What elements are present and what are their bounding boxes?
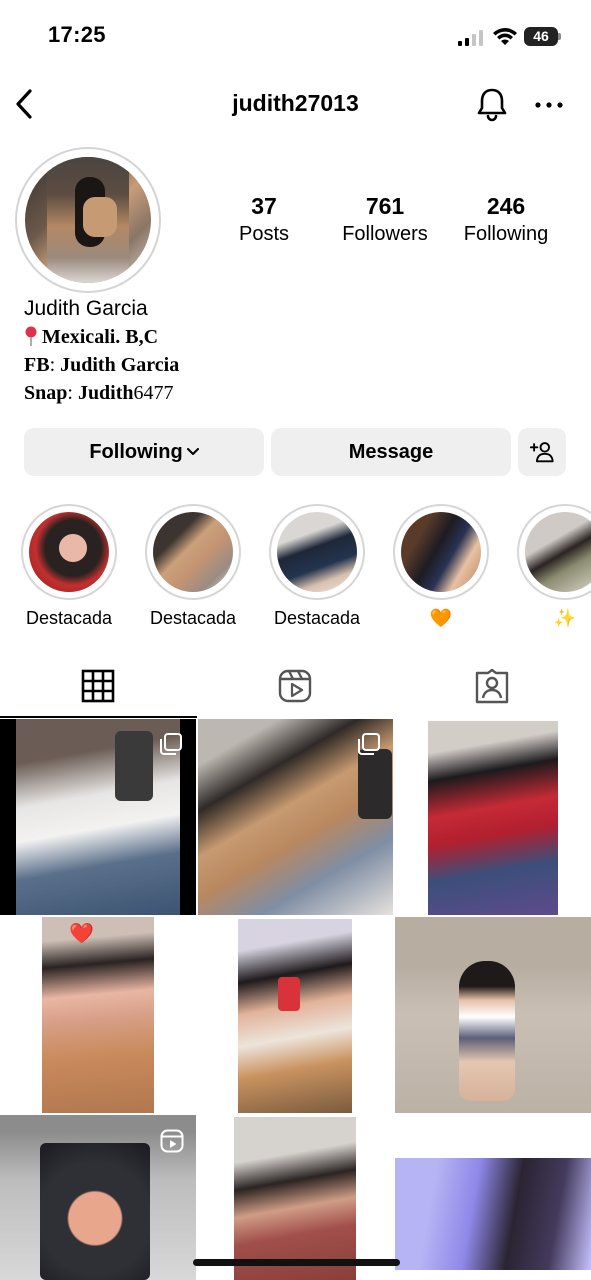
stat-followers[interactable]: 761 Followers	[325, 192, 445, 246]
post-9[interactable]	[395, 1115, 591, 1280]
bio-snap-label: Snap	[24, 382, 68, 404]
home-indicator[interactable]	[193, 1259, 400, 1266]
tagged-icon[interactable]	[475, 668, 509, 704]
battery-icon: 46	[524, 27, 558, 46]
highlight-label: ✨	[553, 608, 577, 628]
highlight-label: Destacada	[25, 608, 113, 628]
wifi-icon	[493, 28, 517, 45]
bio-snap-line: Snap: Judith6477	[24, 382, 174, 404]
following-button[interactable]: Following	[24, 428, 264, 476]
bio-location-line: Mexicali. B,C	[24, 326, 158, 349]
reels-icon[interactable]	[278, 668, 312, 704]
post-7[interactable]	[0, 1115, 196, 1280]
bio-snap-digits: 6477	[133, 382, 174, 404]
highlight-label: Destacada	[273, 608, 361, 628]
post-6[interactable]	[395, 917, 591, 1113]
highlight-ring	[269, 504, 365, 600]
highlight-label: Destacada	[149, 608, 237, 628]
cellular-signal-icon	[458, 30, 486, 46]
stat-posts[interactable]: 37 Posts	[204, 192, 324, 246]
chevron-down-icon	[186, 448, 199, 455]
multi-photo-icon	[358, 733, 380, 755]
bio-fb-label: FB	[24, 354, 50, 376]
stat-followers-label: Followers	[342, 223, 428, 245]
bio-location: Mexicali. B,C	[42, 326, 159, 348]
status-time: 17:25	[48, 22, 106, 47]
suggested-people-button[interactable]	[518, 428, 566, 476]
bio-snap-name: Judith	[77, 382, 134, 404]
highlight-5[interactable]: ✨	[517, 504, 591, 629]
message-button[interactable]: Message	[271, 428, 511, 476]
bio-fb-line: FB: Judith Garcia	[24, 354, 180, 376]
avatar[interactable]	[25, 157, 151, 283]
highlight-label: 🧡	[429, 608, 453, 628]
highlight-ring	[393, 504, 489, 600]
highlight-2[interactable]: Destacada	[145, 504, 241, 629]
add-person-icon	[529, 442, 554, 463]
post-5[interactable]	[198, 917, 393, 1113]
highlight-4[interactable]: 🧡	[393, 504, 489, 629]
post-1[interactable]	[0, 719, 196, 915]
more-options-icon[interactable]	[534, 100, 564, 110]
multi-photo-icon	[160, 733, 182, 755]
highlight-ring	[145, 504, 241, 600]
active-tab-indicator	[0, 716, 197, 718]
stat-posts-value: 37	[251, 193, 277, 219]
following-button-label: Following	[89, 441, 183, 463]
stat-following[interactable]: 246 Following	[446, 192, 566, 246]
post-2[interactable]	[198, 719, 393, 915]
location-pin-icon	[25, 326, 37, 346]
highlight-3[interactable]: Destacada	[269, 504, 365, 629]
stat-following-label: Following	[463, 223, 549, 245]
post-3[interactable]	[395, 719, 591, 915]
reel-icon	[160, 1129, 184, 1153]
bio-fb-value: Judith Garcia	[60, 354, 180, 376]
highlight-ring	[517, 504, 591, 600]
profile-full-name: Judith Garcia	[24, 297, 148, 320]
notification-bell-icon[interactable]	[474, 86, 510, 122]
battery-nub	[558, 33, 561, 40]
post-4[interactable]: ❤️	[0, 917, 196, 1113]
message-button-label: Message	[348, 441, 434, 463]
post-8[interactable]	[198, 1115, 393, 1280]
stat-posts-label: Posts	[238, 223, 290, 245]
grid-icon[interactable]	[81, 668, 115, 704]
stat-following-value: 246	[486, 193, 526, 219]
highlight-1[interactable]: Destacada	[21, 504, 117, 629]
stat-followers-value: 761	[365, 193, 405, 219]
highlight-ring	[21, 504, 117, 600]
heart-emoji: ❤️	[69, 923, 94, 945]
